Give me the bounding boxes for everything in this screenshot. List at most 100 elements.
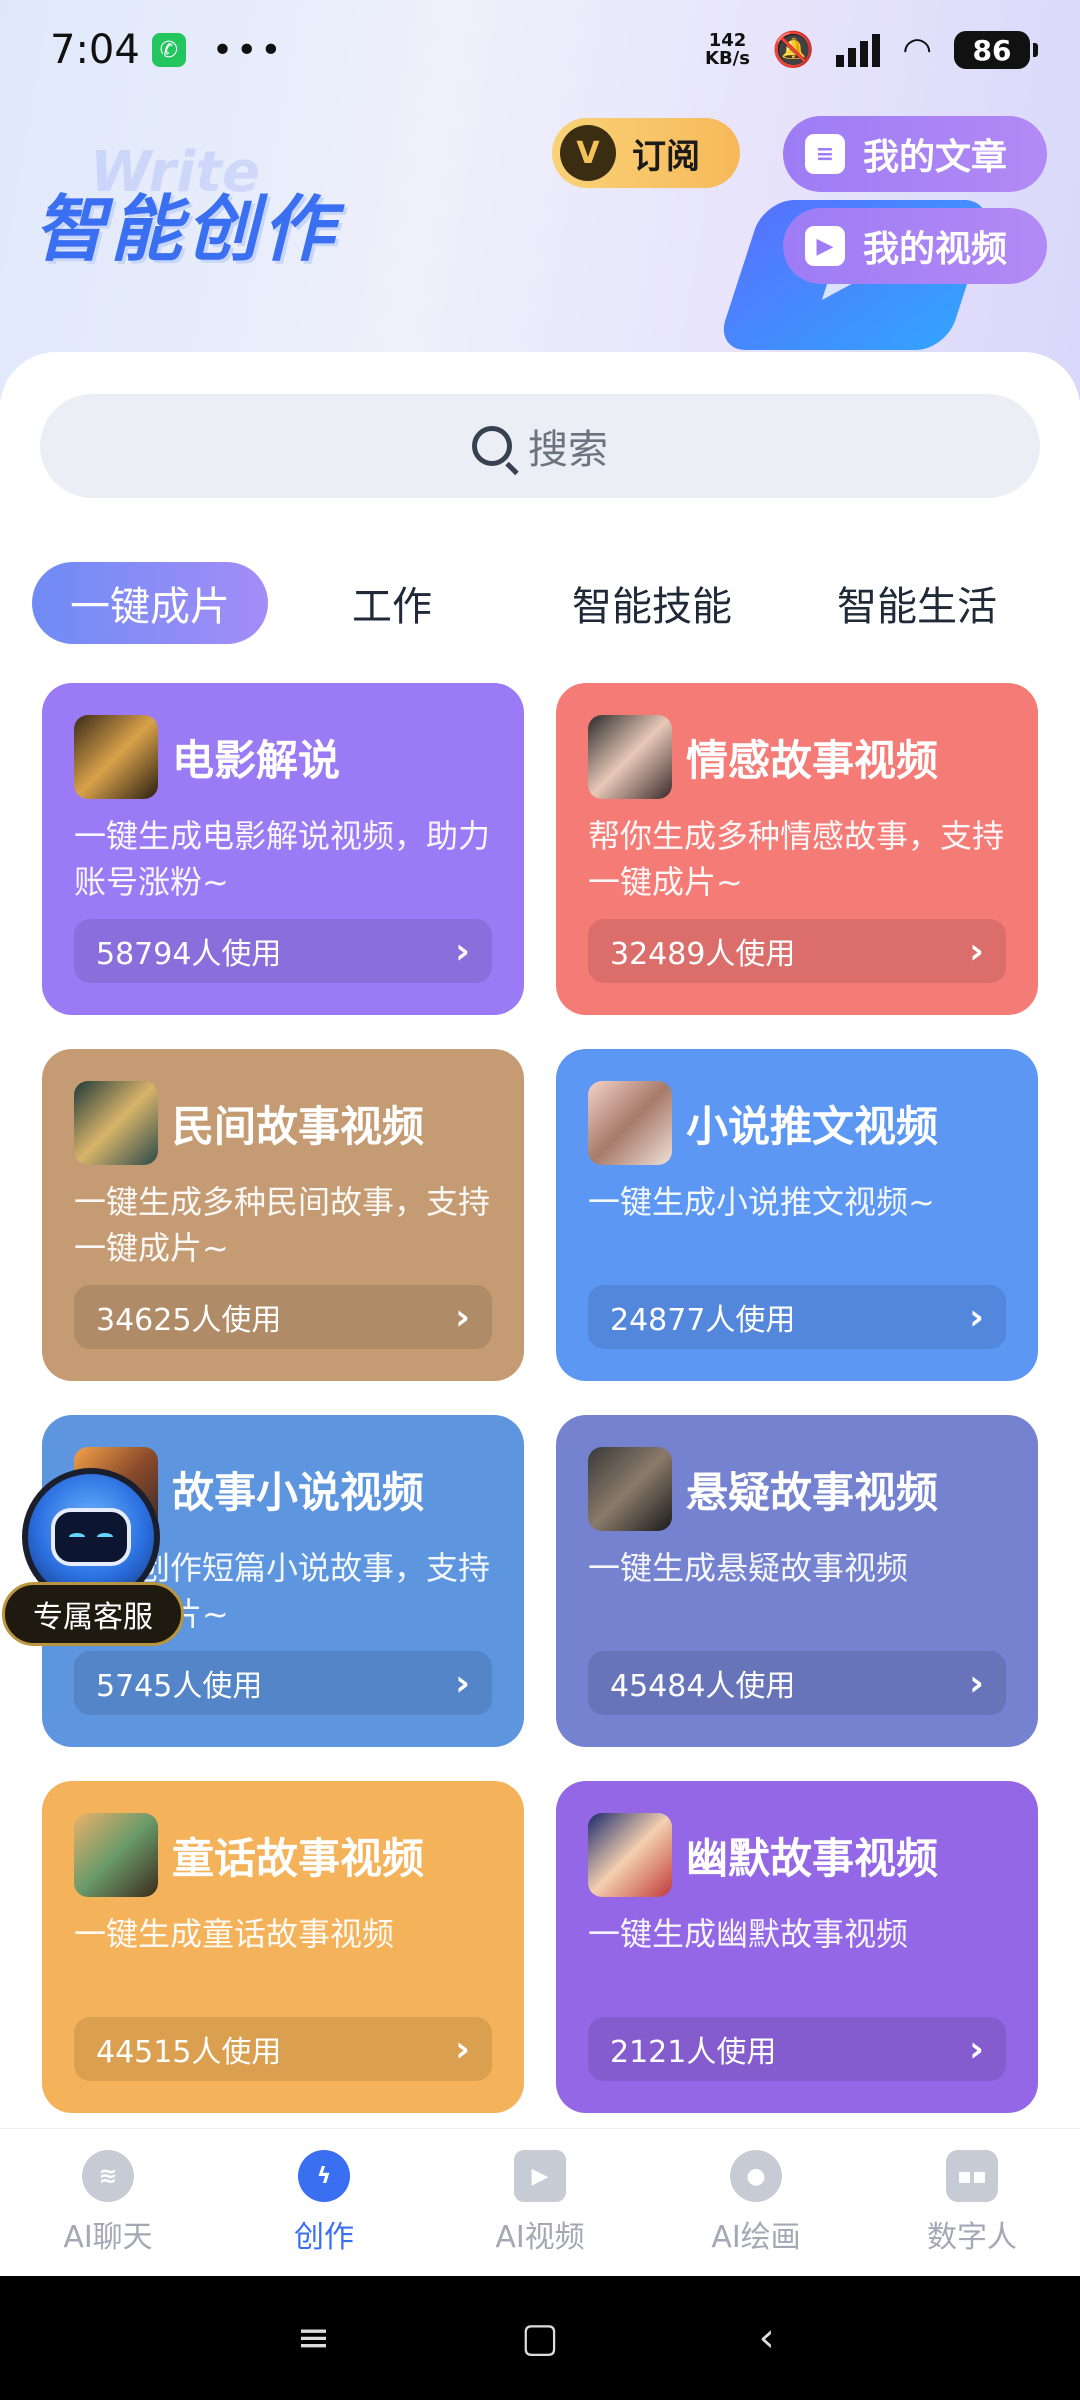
card-usage-count: 32489人使用 [610,937,796,972]
template-card[interactable]: 民间故事视频一键生成多种民间故事，支持一键成片~ 34625人使用 › [42,1049,524,1381]
robot-icon: ▪▪ [946,2150,998,2202]
wifi-icon: ◠ [902,30,932,70]
card-thumbnail [588,1081,672,1165]
card-usage-count: 5745人使用 [96,1669,263,1704]
tab-smart-skills[interactable]: 智能技能 [552,562,752,644]
template-card[interactable]: 情感故事视频帮你生成多种情感故事，支持一键成片~ 32489人使用 › [556,683,1038,1015]
network-speed: 142 KB/s [705,32,750,68]
network-speed-unit: KB/s [705,48,750,69]
search-icon [472,426,512,466]
video-icon: ▶ [514,2150,566,2202]
card-description: 一键生成多种民间故事，支持一键成片~ [74,1183,491,1267]
card-usage-button[interactable]: 32489人使用 › [588,919,1006,983]
mute-bell-icon: 🔕 [771,30,815,70]
battery-indicator: 86 [954,31,1038,69]
card-title: 幽默故事视频 [686,1834,939,1883]
card-description: 一键生成小说推文视频~ [588,1183,935,1221]
tab-smart-life[interactable]: 智能生活 [812,562,1022,644]
customer-service-label[interactable]: 专属客服 [2,1582,184,1646]
my-videos-label: 我的视频 [863,229,1008,270]
nav-label: AI聊天 [63,2220,153,2255]
back-icon[interactable]: ‹ [727,2315,807,2361]
chevron-right-icon: › [969,1296,984,1338]
lightning-icon: ϟ [298,2150,350,2202]
nav-ai-painting[interactable]: ● AI绘画 [648,2129,864,2277]
card-usage-button[interactable]: 58794人使用 › [74,919,492,983]
card-usage-button[interactable]: 2121人使用 › [588,2017,1006,2081]
chevron-right-icon: › [455,2028,470,2070]
tab-one-click[interactable]: 一键成片 [32,562,268,644]
signal-icon [836,33,881,67]
brand-title: 智能创作 [34,187,339,271]
card-thumbnail [74,1081,158,1165]
template-card[interactable]: 童话故事视频 一键生成童话故事视频 44515人使用 › [42,1781,524,2113]
card-usage-button[interactable]: 45484人使用 › [588,1651,1006,1715]
chevron-right-icon: › [455,1662,470,1704]
nav-label: AI视频 [495,2220,585,2255]
card-thumbnail [588,1813,672,1897]
card-usage-button[interactable]: 24877人使用 › [588,1285,1006,1349]
card-usage-count: 44515人使用 [96,2035,282,2070]
card-usage-count: 2121人使用 [610,2035,777,2070]
template-card[interactable]: 电影解说一键生成电影解说视频，助力账号涨粉~ 58794人使用 › [42,683,524,1015]
chevron-right-icon: › [455,1296,470,1338]
home-icon[interactable]: ▢ [500,2315,580,2361]
card-usage-button[interactable]: 44515人使用 › [74,2017,492,2081]
card-usage-count: 58794人使用 [96,937,282,972]
template-card[interactable]: 幽默故事视频一键生成幽默故事视频 2121人使用 › [556,1781,1038,2113]
chat-icon: ≋ [82,2150,134,2202]
nav-create[interactable]: ϟ 创作 [216,2129,432,2277]
category-tabs: 一键成片 工作 智能技能 智能生活 [32,562,1048,644]
status-bar: 7:04 ✆ ••• 142 KB/s 🔕 ◠ 86 [0,0,1080,100]
card-title: 故事小说视频 [172,1468,425,1517]
card-usage-count: 24877人使用 [610,1303,796,1338]
my-videos-button[interactable]: ▶ 我的视频 [783,208,1047,284]
card-usage-button[interactable]: 5745人使用 › [74,1651,492,1715]
chevron-right-icon: › [969,930,984,972]
card-thumbnail [74,1813,158,1897]
palette-icon: ● [730,2150,782,2202]
system-navigation-bar: ≡ ▢ ‹ [0,2276,1080,2400]
subscribe-label: 订阅 [632,136,700,177]
card-description: 帮你生成多种情感故事，支持一键成片~ [588,817,1005,901]
nav-label: 创作 [294,2220,354,2255]
my-articles-label: 我的文章 [863,137,1008,178]
nav-label: 数字人 [927,2220,1017,2255]
card-description: 一键生成幽默故事视频 [588,1915,909,1953]
subscribe-button[interactable]: V 订阅 [552,118,740,188]
my-articles-button[interactable]: ≡ 我的文章 [783,116,1047,192]
tab-label: 智能技能 [572,584,732,630]
status-icons: 142 KB/s 🔕 ◠ 86 [705,30,1038,70]
card-title: 童话故事视频 [172,1834,425,1883]
card-thumbnail [74,715,158,799]
status-time: 7:04 [50,27,140,73]
template-card[interactable]: 悬疑故事视频 一键生成悬疑故事视频 45484人使用 › [556,1415,1038,1747]
card-title: 情感故事视频 [686,736,939,785]
search-placeholder: 搜索 [528,427,608,473]
card-usage-count: 45484人使用 [610,1669,796,1704]
card-title: 小说推文视频 [686,1102,939,1151]
menu-icon[interactable]: ≡ [273,2315,353,2361]
tab-label: 工作 [352,584,432,630]
card-usage-count: 34625人使用 [96,1303,282,1338]
nav-label: AI绘画 [711,2220,801,2255]
nav-digital-human[interactable]: ▪▪ 数字人 [864,2129,1080,2277]
card-title: 民间故事视频 [172,1102,425,1151]
template-card[interactable]: 小说推文视频一键生成小说推文视频~ 24877人使用 › [556,1049,1038,1381]
card-usage-button[interactable]: 34625人使用 › [74,1285,492,1349]
robot-icon [51,1508,131,1566]
tab-label: 一键成片 [70,584,230,630]
search-bar[interactable]: 搜索 [40,394,1040,498]
tab-work[interactable]: 工作 [322,562,462,644]
more-notifications-icon: ••• [211,29,285,71]
card-title: 电影解说 [172,736,341,785]
card-description: 一键生成电影解说视频，助力账号涨粉~ [74,817,491,901]
tab-label: 智能生活 [837,584,997,630]
chevron-right-icon: › [455,930,470,972]
nav-ai-video[interactable]: ▶ AI视频 [432,2129,648,2277]
card-title: 悬疑故事视频 [686,1468,939,1517]
card-thumbnail [588,1447,672,1531]
nav-ai-chat[interactable]: ≋ AI聊天 [0,2129,216,2277]
vip-badge-icon: V [560,125,616,181]
play-icon: ▶ [805,226,845,266]
